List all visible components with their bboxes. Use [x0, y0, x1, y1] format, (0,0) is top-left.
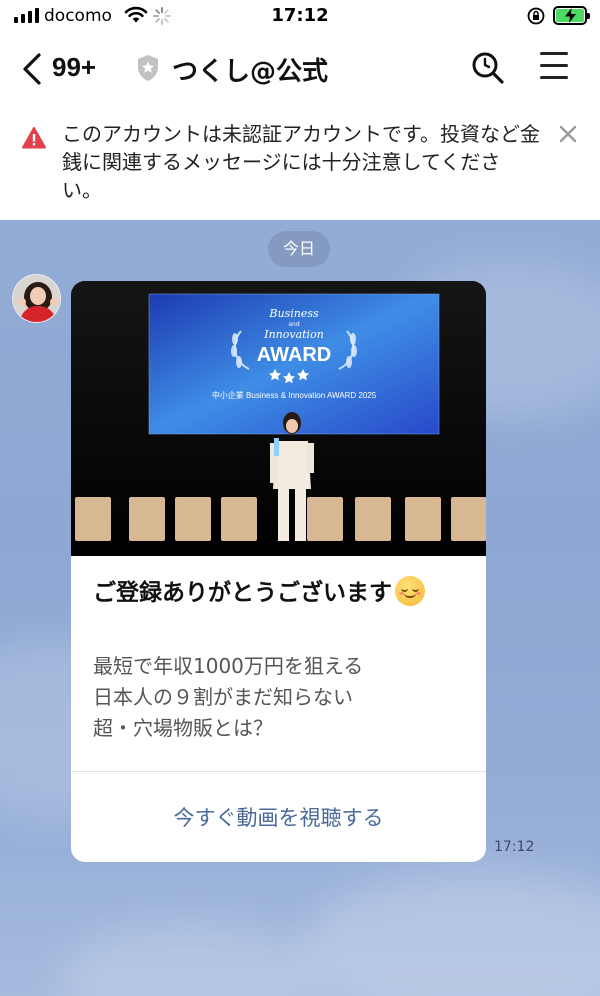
- message-timestamp: 17:12: [494, 839, 535, 855]
- screen-caption: 中小企業 Business & Innovation AWARD 2025: [212, 390, 377, 400]
- logo-and: and: [288, 321, 299, 328]
- unread-count[interactable]: 99+: [52, 52, 96, 83]
- watch-video-button[interactable]: 今すぐ動画を視聴する: [71, 772, 486, 862]
- logo-innovation: Innovation: [263, 328, 324, 341]
- status-bar: docomo 17:12: [0, 0, 600, 34]
- card-body: 最短で年収1000万円を狙える 日本人の９割がまだ知らない 超・穴場物販とは？: [93, 651, 363, 744]
- rich-message-card[interactable]: Business and Innovation AWARD 中小企業 Busin…: [71, 281, 486, 862]
- chat-header: 99+ つくし@公式: [0, 34, 600, 106]
- warning-triangle-icon: [22, 127, 46, 149]
- date-separator: 今日: [268, 231, 330, 267]
- close-icon[interactable]: [556, 122, 580, 146]
- avatar[interactable]: [12, 274, 61, 323]
- card-body-line: 最短で年収1000万円を狙える: [93, 654, 364, 678]
- orientation-lock-icon: [527, 7, 545, 25]
- card-body-line: 超・穴場物販とは？: [93, 716, 273, 740]
- unverified-account-warning: このアカウントは未認証アカウントです。投資など金銭に関連するメッセージには十分注…: [0, 106, 600, 220]
- back-chevron-icon[interactable]: [20, 52, 44, 86]
- card-title: ご登録ありがとうございます: [93, 573, 425, 607]
- card-title-text: ご登録ありがとうございます: [93, 580, 392, 606]
- smiling-face-icon: [395, 576, 425, 606]
- card-body-line: 日本人の９割がまだ知らない: [93, 685, 353, 709]
- shield-icon: [138, 55, 158, 81]
- logo-award: AWARD: [257, 344, 331, 366]
- battery-icon: [553, 6, 590, 25]
- chat-area[interactable]: 今日 Business and Innovation AWARD 中小企業 Bu…: [0, 220, 600, 996]
- award-photo[interactable]: Business and Innovation AWARD 中小企業 Busin…: [71, 281, 486, 556]
- warning-text: このアカウントは未認証アカウントです。投資など金銭に関連するメッセージには十分注…: [62, 122, 540, 202]
- search-icon[interactable]: [470, 50, 506, 86]
- account-name[interactable]: つくし@公式: [172, 51, 328, 88]
- logo-business: Business: [268, 307, 319, 320]
- status-time: 17:12: [271, 5, 329, 26]
- menu-icon[interactable]: [540, 52, 572, 84]
